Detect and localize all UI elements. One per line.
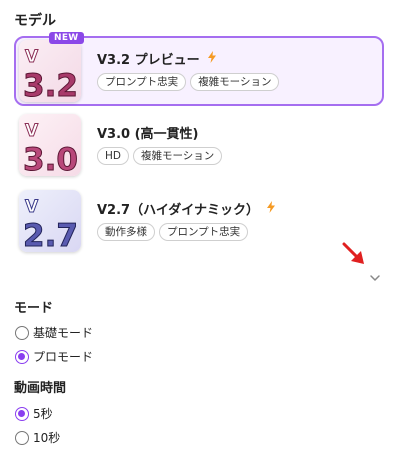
tag-prompt-fidelity: プロンプト忠実 [97, 73, 187, 91]
duration-option-label: 10秒 [33, 431, 61, 445]
svg-text:V: V [25, 47, 39, 67]
lightning-icon [207, 50, 216, 67]
version-text: 2.7 [23, 218, 78, 252]
red-arrow-icon [340, 240, 370, 274]
lightning-icon [267, 200, 276, 217]
svg-text:V: V [25, 121, 39, 141]
chevron-down-icon[interactable] [369, 268, 381, 287]
duration-option-5s[interactable]: 5秒 [15, 405, 53, 422]
mode-option-basic[interactable]: 基礎モード [15, 324, 93, 341]
duration-option-label: 5秒 [33, 407, 53, 421]
tag-prompt-fidelity: プロンプト忠実 [159, 223, 249, 241]
version-text: 3.2 [23, 68, 78, 102]
tag-motion-variety: 動作多様 [97, 223, 155, 241]
version-text: 3.0 [23, 142, 78, 176]
mode-section-title: モード [14, 301, 54, 316]
model-name: V2.7（ハイダイナミック） [97, 203, 260, 218]
model-section-title: モデル [14, 13, 56, 29]
duration-option-10s[interactable]: 10秒 [15, 429, 60, 446]
tag-complex-motion: 複雑モーション [190, 73, 280, 91]
radio-button[interactable] [15, 325, 29, 340]
model-thumbnail-v3-2: V 3.2 [19, 40, 81, 102]
radio-button[interactable] [15, 430, 29, 445]
tag-hd: HD [97, 147, 129, 165]
model-card-v2-7[interactable]: V 2.7 V2.7（ハイダイナミック） 動作多様 プロンプト忠実 [14, 186, 384, 256]
mode-option-label: プロモード [33, 350, 94, 364]
radio-button[interactable] [15, 406, 29, 421]
model-card-v3-2[interactable]: V 3.2 NEW V3.2 プレビュー プロンプト忠実 複雑モーション [14, 32, 384, 106]
model-thumbnail-v3-0: V 3.0 [19, 114, 81, 176]
mode-option-pro[interactable]: プロモード [15, 348, 93, 365]
model-card-v3-0[interactable]: V 3.0 V3.0 (高一貫性) HD 複雑モーション [14, 110, 384, 180]
svg-text:V: V [25, 197, 39, 217]
tag-complex-motion: 複雑モーション [132, 147, 223, 165]
model-thumbnail-v2-7: V 2.7 [19, 190, 81, 252]
model-name: V3.2 プレビュー [97, 53, 200, 68]
mode-option-label: 基礎モード [33, 326, 94, 340]
new-badge: NEW [49, 32, 84, 44]
duration-section-title: 動画時間 [14, 381, 67, 396]
model-name: V3.0 (高一貫性) [97, 127, 199, 142]
radio-button[interactable] [15, 349, 29, 364]
